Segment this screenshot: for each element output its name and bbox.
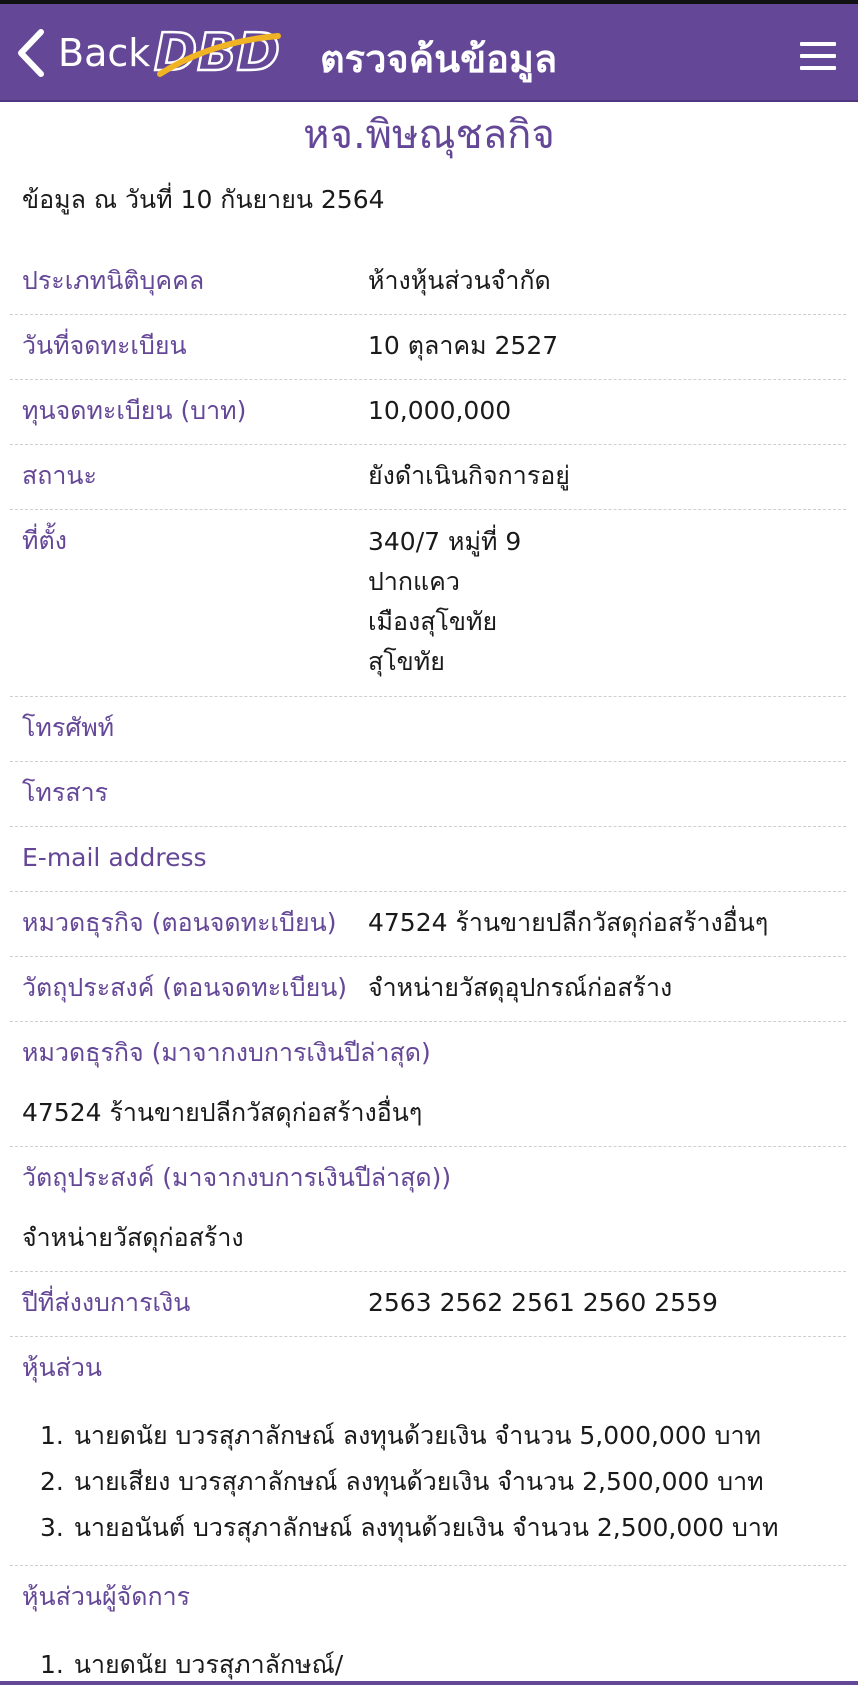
detail-label: ประเภทนิติบุคคล [22, 266, 205, 295]
address-value: 340/7 หมู่ที่ 9 ปากแคว เมืองสุโขทัย สุโข… [368, 522, 521, 682]
page-title: ตรวจค้นข้อมูล [320, 37, 558, 81]
detail-value: ยังดำเนินกิจการอยู่ [368, 461, 570, 490]
address-line: เมืองสุโขทัย [368, 607, 498, 636]
managing-partners-label: หุ้นส่วนผู้จัดการ [22, 1582, 191, 1611]
detail-row-email: E-mail address [10, 827, 846, 892]
managing-partners-section: หุ้นส่วนผู้จัดการ 1. นายดนัย บวรสุภาลักษณ… [10, 1566, 846, 1685]
detail-label: หมวดธุรกิจ (มาจากงบการเงินปีล่าสุด) [22, 1038, 431, 1067]
back-label: Back [58, 31, 151, 75]
partners-list: 1. นายดนัย บวรสุภาลักษณ์ ลงทุนด้วยเงิน จำ… [22, 1413, 846, 1551]
detail-value: 10,000,000 [368, 396, 512, 425]
detail-label: ที่ตั้ง [22, 526, 67, 555]
detail-row-objective-registered: วัตถุประสงค์ (ตอนจดทะเบียน) จำหน่ายวัสดุ… [10, 957, 846, 1022]
detail-row-capital: ทุนจดทะเบียน (บาท) 10,000,000 [10, 380, 846, 445]
list-item: 3. นายอนันต์ บวรสุภาลักษณ์ ลงทุนด้วยเงิน … [40, 1513, 779, 1542]
detail-label: ปีที่ส่งงบการเงิน [22, 1288, 191, 1317]
managing-partners-list: 1. นายดนัย บวรสุภาลักษณ์/ [22, 1642, 846, 1685]
detail-value: 10 ตุลาคม 2527 [368, 331, 559, 360]
dbd-logo: DBD [153, 22, 281, 84]
detail-value: 2563 2562 2561 2560 2559 [368, 1288, 718, 1317]
svg-text:DBD: DBD [154, 23, 280, 83]
detail-value: 47524 ร้านขายปลีกวัสดุก่อสร้างอื่นๆ [22, 1098, 423, 1127]
bottom-accent-bar [0, 1681, 858, 1685]
detail-label: หมวดธุรกิจ (ตอนจดทะเบียน) [22, 908, 337, 937]
partners-label: หุ้นส่วน [22, 1353, 102, 1382]
detail-label: สถานะ [22, 461, 97, 490]
address-line: 340/7 หมู่ที่ 9 [368, 527, 522, 556]
detail-label: E-mail address [22, 843, 207, 872]
detail-row-financial-years: ปีที่ส่งงบการเงิน 2563 2562 2561 2560 25… [10, 1272, 846, 1337]
detail-row-business-category-registered: หมวดธุรกิจ (ตอนจดทะเบียน) 47524 ร้านขายป… [10, 892, 846, 957]
detail-label: โทรศัพท์ [22, 713, 115, 742]
detail-row-status: สถานะ ยังดำเนินกิจการอยู่ [10, 445, 846, 510]
detail-value: จำหน่ายวัสดุก่อสร้าง [22, 1223, 244, 1252]
list-item: 2. นายเสียง บวรสุภาลักษณ์ ลงทุนด้วยเงิน จ… [40, 1467, 764, 1496]
address-line: สุโขทัย [368, 647, 445, 676]
detail-row-registration-date: วันที่จดทะเบียน 10 ตุลาคม 2527 [10, 315, 846, 380]
detail-label: วัตถุประสงค์ (มาจากงบการเงินปีล่าสุด)) [22, 1163, 452, 1192]
hamburger-menu-icon[interactable] [800, 42, 836, 70]
list-item: 1. นายดนัย บวรสุภาลักษณ์/ [40, 1650, 344, 1679]
detail-block-business-category-financial: หมวดธุรกิจ (มาจากงบการเงินปีล่าสุด) 4752… [10, 1022, 846, 1147]
detail-block-objective-financial: วัตถุประสงค์ (มาจากงบการเงินปีล่าสุด)) จ… [10, 1147, 846, 1272]
detail-label: ทุนจดทะเบียน (บาท) [22, 396, 247, 425]
detail-label: วันที่จดทะเบียน [22, 331, 187, 360]
chevron-left-icon [18, 29, 44, 77]
detail-row-type: ประเภทนิติบุคคล ห้างหุ้นส่วนจำกัด [10, 250, 846, 315]
detail-row-address: ที่ตั้ง 340/7 หมู่ที่ 9 ปากแคว เมืองสุโข… [10, 510, 846, 697]
company-details: ประเภทนิติบุคคล ห้างหุ้นส่วนจำกัด วันที่… [10, 250, 846, 1685]
address-line: ปากแคว [368, 567, 460, 596]
detail-label: วัตถุประสงค์ (ตอนจดทะเบียน) [22, 973, 348, 1002]
app-header: Back DBD ตรวจค้นข้อมูล [0, 4, 858, 102]
company-name: หจ.พิษณุชลกิจ [303, 112, 555, 158]
data-as-of-date: ข้อมูล ณ วันที่ 10 กันยายน 2564 [22, 185, 385, 214]
detail-value: จำหน่ายวัสดุอุปกรณ์ก่อสร้าง [368, 973, 673, 1002]
detail-value: ห้างหุ้นส่วนจำกัด [368, 266, 551, 295]
detail-label: โทรสาร [22, 778, 109, 807]
detail-row-fax: โทรสาร [10, 762, 846, 827]
list-item: 1. นายดนัย บวรสุภาลักษณ์ ลงทุนด้วยเงิน จำ… [40, 1421, 761, 1450]
partners-section: หุ้นส่วน 1. นายดนัย บวรสุภาลักษณ์ ลงทุนด้… [10, 1337, 846, 1566]
detail-row-phone: โทรศัพท์ [10, 697, 846, 762]
back-button[interactable]: Back [16, 26, 150, 80]
detail-value: 47524 ร้านขายปลีกวัสดุก่อสร้างอื่นๆ [368, 908, 769, 937]
